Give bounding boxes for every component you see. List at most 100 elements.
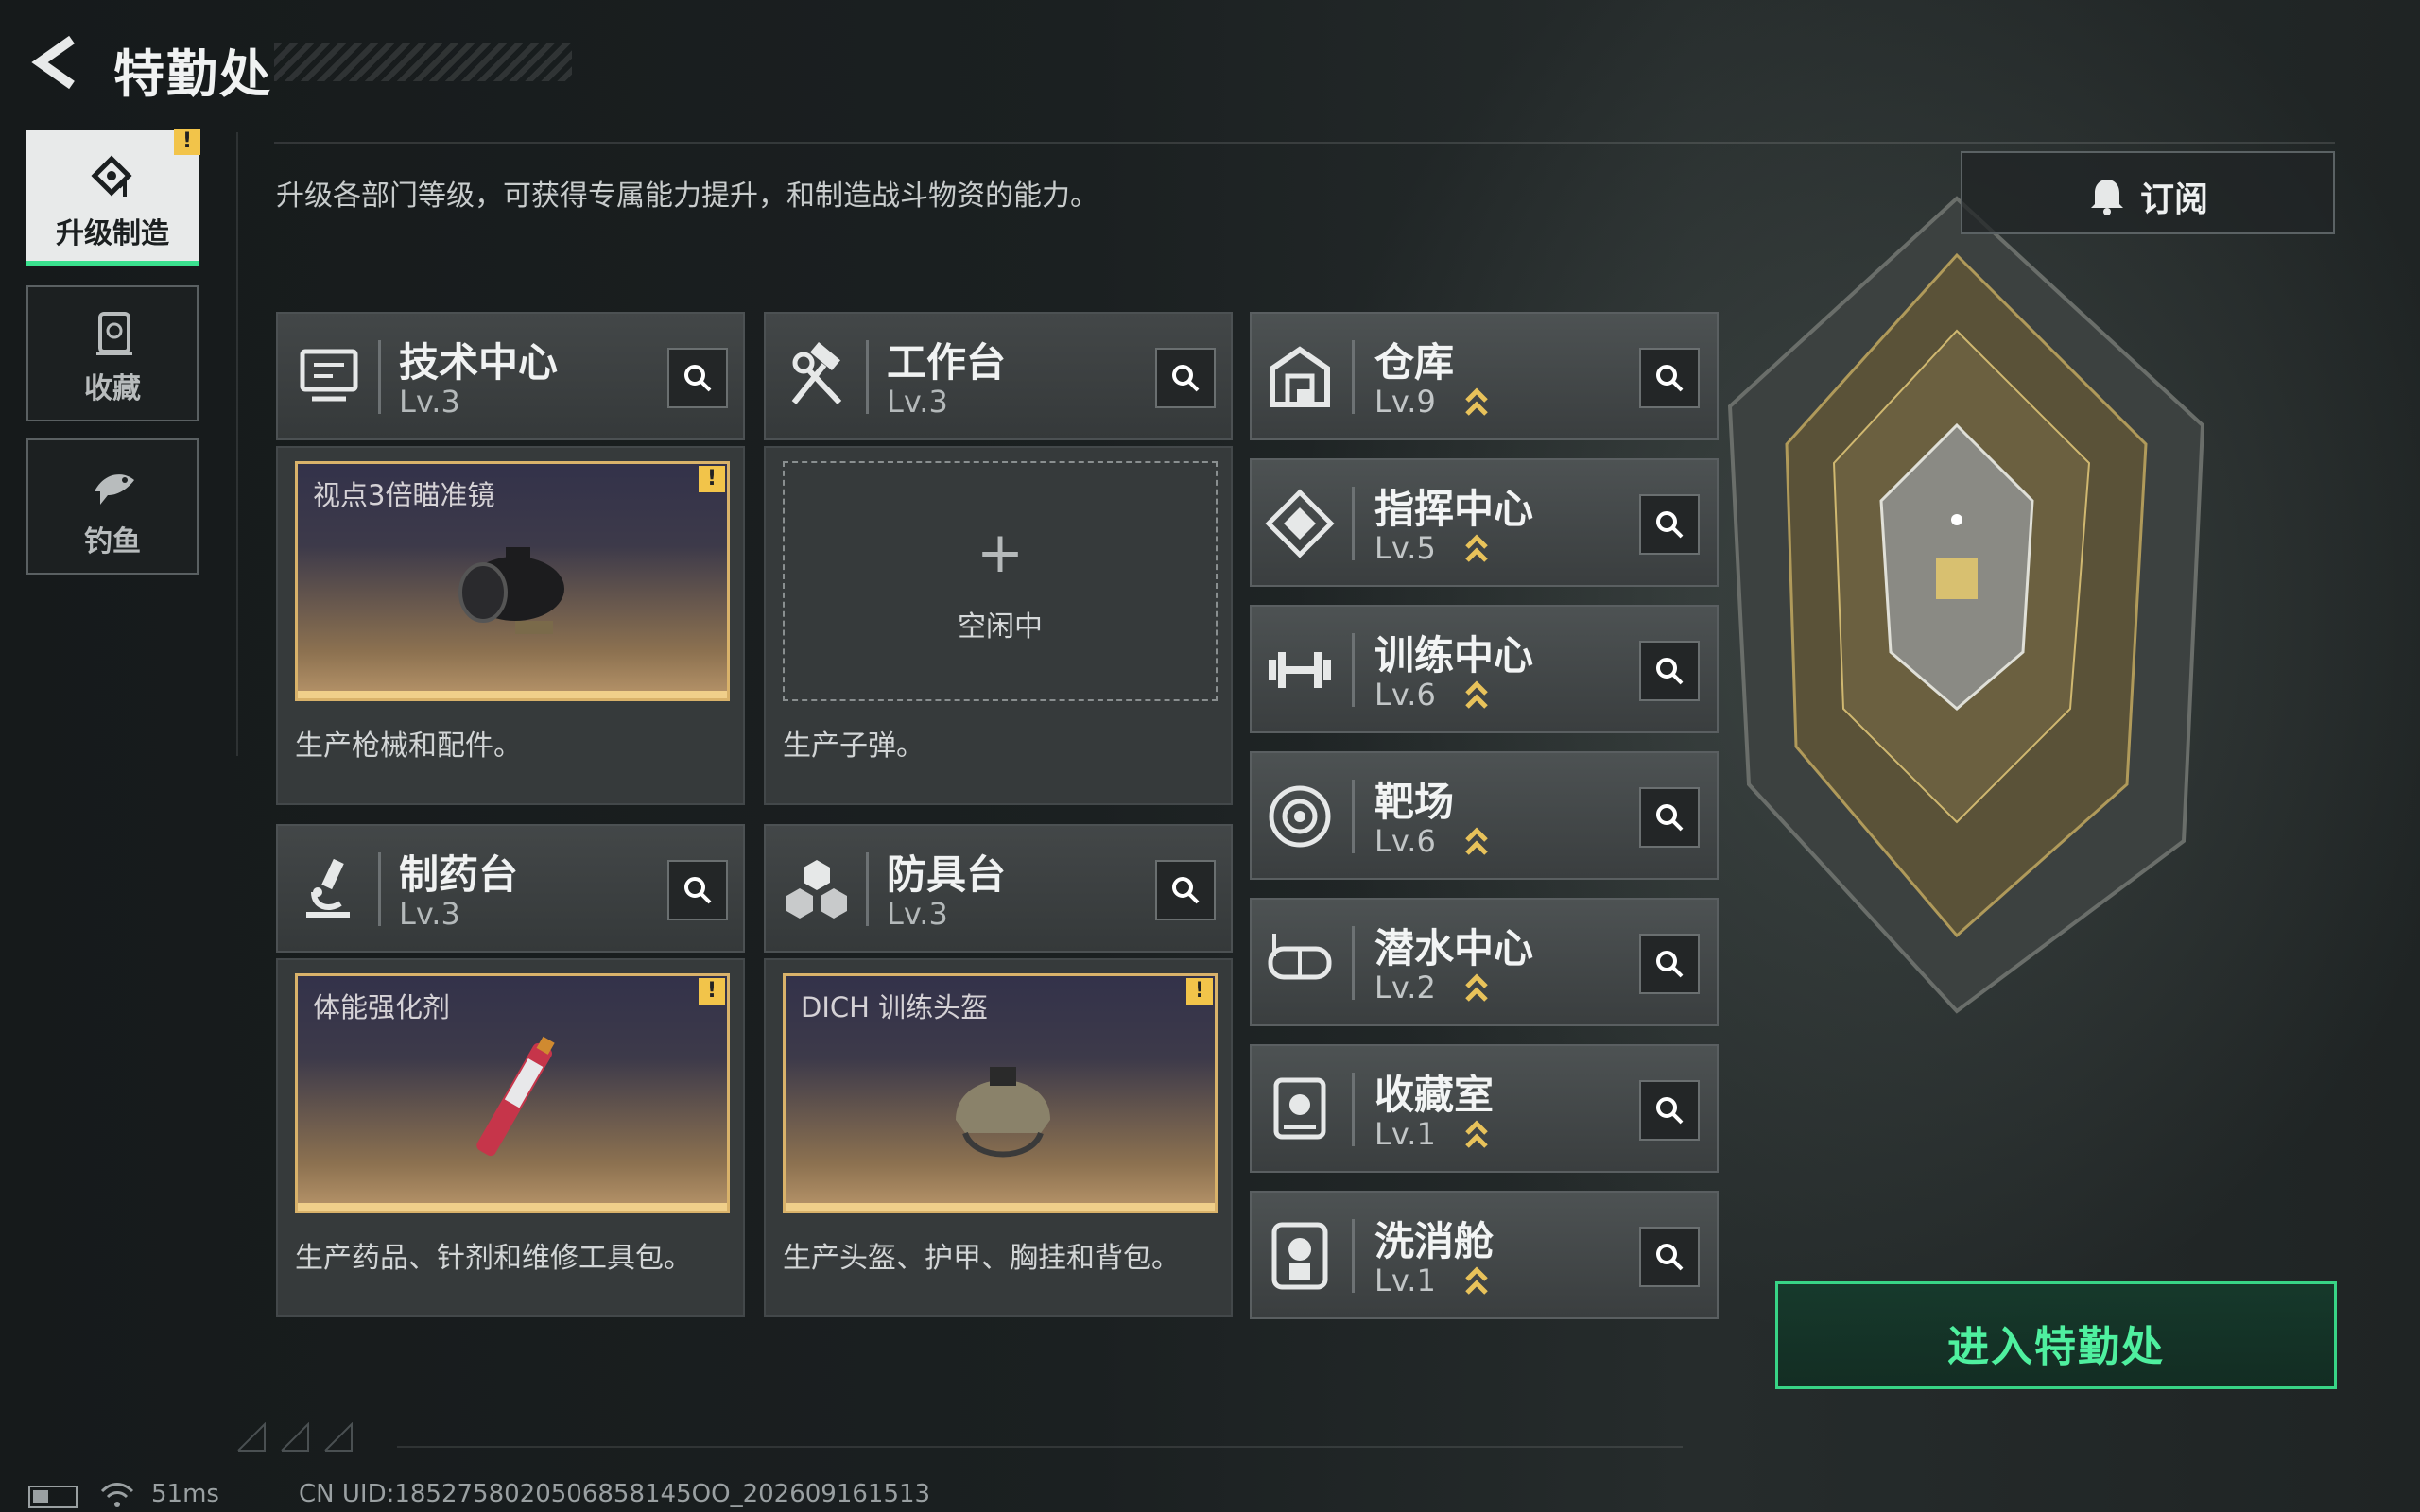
workshop-level: Lv.3 bbox=[399, 384, 460, 420]
ping-value: 51ms bbox=[151, 1480, 219, 1508]
empty-production-slot[interactable]: + 空闲中 bbox=[783, 461, 1218, 701]
inspect-button[interactable] bbox=[1639, 494, 1700, 555]
workshop-pharmacy[interactable]: 制药台 Lv.3 bbox=[276, 824, 745, 953]
command-center-icon bbox=[1265, 489, 1335, 558]
facility-name: 指挥中心 bbox=[1374, 486, 1534, 532]
workshop-level: Lv.3 bbox=[887, 384, 948, 420]
magnifier-icon bbox=[1656, 1097, 1684, 1125]
back-arrow-icon[interactable] bbox=[28, 34, 81, 91]
workshop-description: 生产枪械和配件。 bbox=[295, 730, 522, 763]
facility-name: 靶场 bbox=[1374, 779, 1455, 825]
inspect-button[interactable] bbox=[667, 860, 728, 920]
collection-icon bbox=[96, 312, 132, 355]
workshop-name: 防具台 bbox=[887, 851, 1007, 898]
upgrade-available-icon bbox=[1465, 973, 1488, 1002]
upgrade-available-icon bbox=[1465, 1266, 1488, 1295]
facility-name: 收藏室 bbox=[1374, 1072, 1495, 1118]
inspect-button[interactable] bbox=[1639, 641, 1700, 701]
slot-glow bbox=[298, 691, 727, 698]
user-uid: CN UID:1852758020506858145OO_20260916151… bbox=[299, 1480, 931, 1508]
inspect-button[interactable] bbox=[1155, 860, 1216, 920]
facility-name: 潜水中心 bbox=[1374, 925, 1534, 971]
target-icon bbox=[1269, 785, 1331, 848]
inspect-button[interactable] bbox=[1639, 934, 1700, 994]
page-title: 特勤处 bbox=[113, 44, 272, 104]
workshop-name: 制药台 bbox=[399, 851, 519, 898]
separator bbox=[1352, 1073, 1355, 1146]
facility-decontamination[interactable]: 洗消舱 Lv.1 bbox=[1250, 1191, 1719, 1319]
separator bbox=[866, 852, 869, 926]
facility-level: Lv.1 bbox=[1374, 1116, 1436, 1152]
facility-collection-room[interactable]: 收藏室 Lv.1 bbox=[1250, 1044, 1719, 1173]
inspect-button[interactable] bbox=[667, 348, 728, 408]
facility-dumbbell[interactable]: 训练中心 Lv.6 bbox=[1250, 605, 1719, 733]
workshop-level: Lv.3 bbox=[399, 896, 460, 932]
facility-level: Lv.5 bbox=[1374, 530, 1436, 566]
workshop-body: + 空闲中 生产子弹。 bbox=[764, 446, 1233, 805]
inspect-button[interactable] bbox=[1639, 787, 1700, 848]
header-divider bbox=[274, 142, 2335, 144]
separator bbox=[1352, 1219, 1355, 1293]
workshop-workbench[interactable]: 工作台 Lv.3 bbox=[764, 312, 1233, 440]
upgrade-available-icon bbox=[1465, 827, 1488, 855]
decontamination-icon bbox=[1271, 1222, 1328, 1290]
production-slot[interactable]: DICH 训练头盔 ! bbox=[783, 973, 1218, 1213]
sidebar-item-upgrade-build[interactable]: 升级制造 ! bbox=[26, 129, 200, 266]
title-decoration bbox=[274, 43, 572, 81]
subscribe-button[interactable]: 订阅 bbox=[1961, 151, 2335, 234]
workshop-body: 视点3倍瞄准镜 ! 生产枪械和配件。 bbox=[276, 446, 745, 805]
sidebar-item-collection[interactable]: 收藏 bbox=[26, 285, 199, 421]
facility-level: Lv.2 bbox=[1374, 970, 1436, 1005]
alert-badge: ! bbox=[1186, 978, 1213, 1005]
magnifier-icon bbox=[1656, 365, 1684, 392]
page-subtitle: 升级各部门等级，可获得专属能力提升，和制造战斗物资的能力。 bbox=[276, 180, 1098, 213]
facility-name: 洗消舱 bbox=[1374, 1218, 1495, 1264]
sidebar-divider bbox=[236, 132, 238, 756]
separator bbox=[378, 340, 381, 414]
separator bbox=[1352, 340, 1355, 414]
magnifier-icon bbox=[1172, 877, 1200, 904]
separator bbox=[1352, 487, 1355, 560]
upgrade-available-icon bbox=[1465, 534, 1488, 562]
facility-target[interactable]: 靶场 Lv.6 bbox=[1250, 751, 1719, 880]
decorative-ticks bbox=[237, 1422, 353, 1452]
facility-command-center[interactable]: 指挥中心 Lv.5 bbox=[1250, 458, 1719, 587]
inspect-button[interactable] bbox=[1639, 1227, 1700, 1287]
enter-button-label: 进入特勤处 bbox=[1947, 1323, 2165, 1371]
warehouse-icon bbox=[1270, 346, 1330, 407]
dumbbell-icon bbox=[1269, 652, 1331, 688]
facility-warehouse[interactable]: 仓库 Lv.9 bbox=[1250, 312, 1719, 440]
workshop-tech-center[interactable]: 技术中心 Lv.3 bbox=[276, 312, 745, 440]
magnifier-icon bbox=[1656, 1244, 1684, 1271]
workshop-body: DICH 训练头盔 ! 生产头盔、护甲、胸挂和背包。 bbox=[764, 958, 1233, 1317]
inspect-button[interactable] bbox=[1639, 1080, 1700, 1141]
sidebar-item-fishing[interactable]: 钓鱼 bbox=[26, 438, 199, 575]
idle-label: 空闲中 bbox=[958, 610, 1043, 644]
workshop-armor[interactable]: 防具台 Lv.3 bbox=[764, 824, 1233, 953]
separator bbox=[1352, 926, 1355, 1000]
workshop-name: 工作台 bbox=[887, 339, 1007, 386]
separator bbox=[1352, 780, 1355, 853]
workshop-description: 生产子弹。 bbox=[783, 730, 925, 763]
facility-diving-mask[interactable]: 潜水中心 Lv.2 bbox=[1250, 898, 1719, 1026]
separator bbox=[866, 340, 869, 414]
inspect-button[interactable] bbox=[1155, 348, 1216, 408]
inspect-button[interactable] bbox=[1639, 348, 1700, 408]
upgrade-build-icon bbox=[91, 155, 132, 197]
slot-glow bbox=[786, 1203, 1215, 1211]
add-icon: + bbox=[976, 520, 1025, 586]
enter-special-ops-button[interactable]: 进入特勤处 bbox=[1775, 1281, 2337, 1389]
facility-level: Lv.1 bbox=[1374, 1263, 1436, 1298]
facility-name: 训练中心 bbox=[1374, 632, 1534, 679]
magnifier-icon bbox=[1656, 951, 1684, 978]
slot-glow bbox=[298, 1203, 727, 1211]
magnifier-icon bbox=[1656, 804, 1684, 832]
upgrade-available-icon bbox=[1465, 387, 1488, 416]
sidebar-item-label: 钓鱼 bbox=[84, 525, 141, 558]
production-slot[interactable]: 体能强化剂 ! bbox=[295, 973, 730, 1213]
bell-icon bbox=[2091, 180, 2123, 215]
syringe-item-image bbox=[476, 1036, 555, 1157]
alert-badge: ! bbox=[699, 466, 725, 492]
item-name: DICH 训练头盔 bbox=[801, 991, 989, 1023]
production-slot[interactable]: 视点3倍瞄准镜 ! bbox=[295, 461, 730, 701]
